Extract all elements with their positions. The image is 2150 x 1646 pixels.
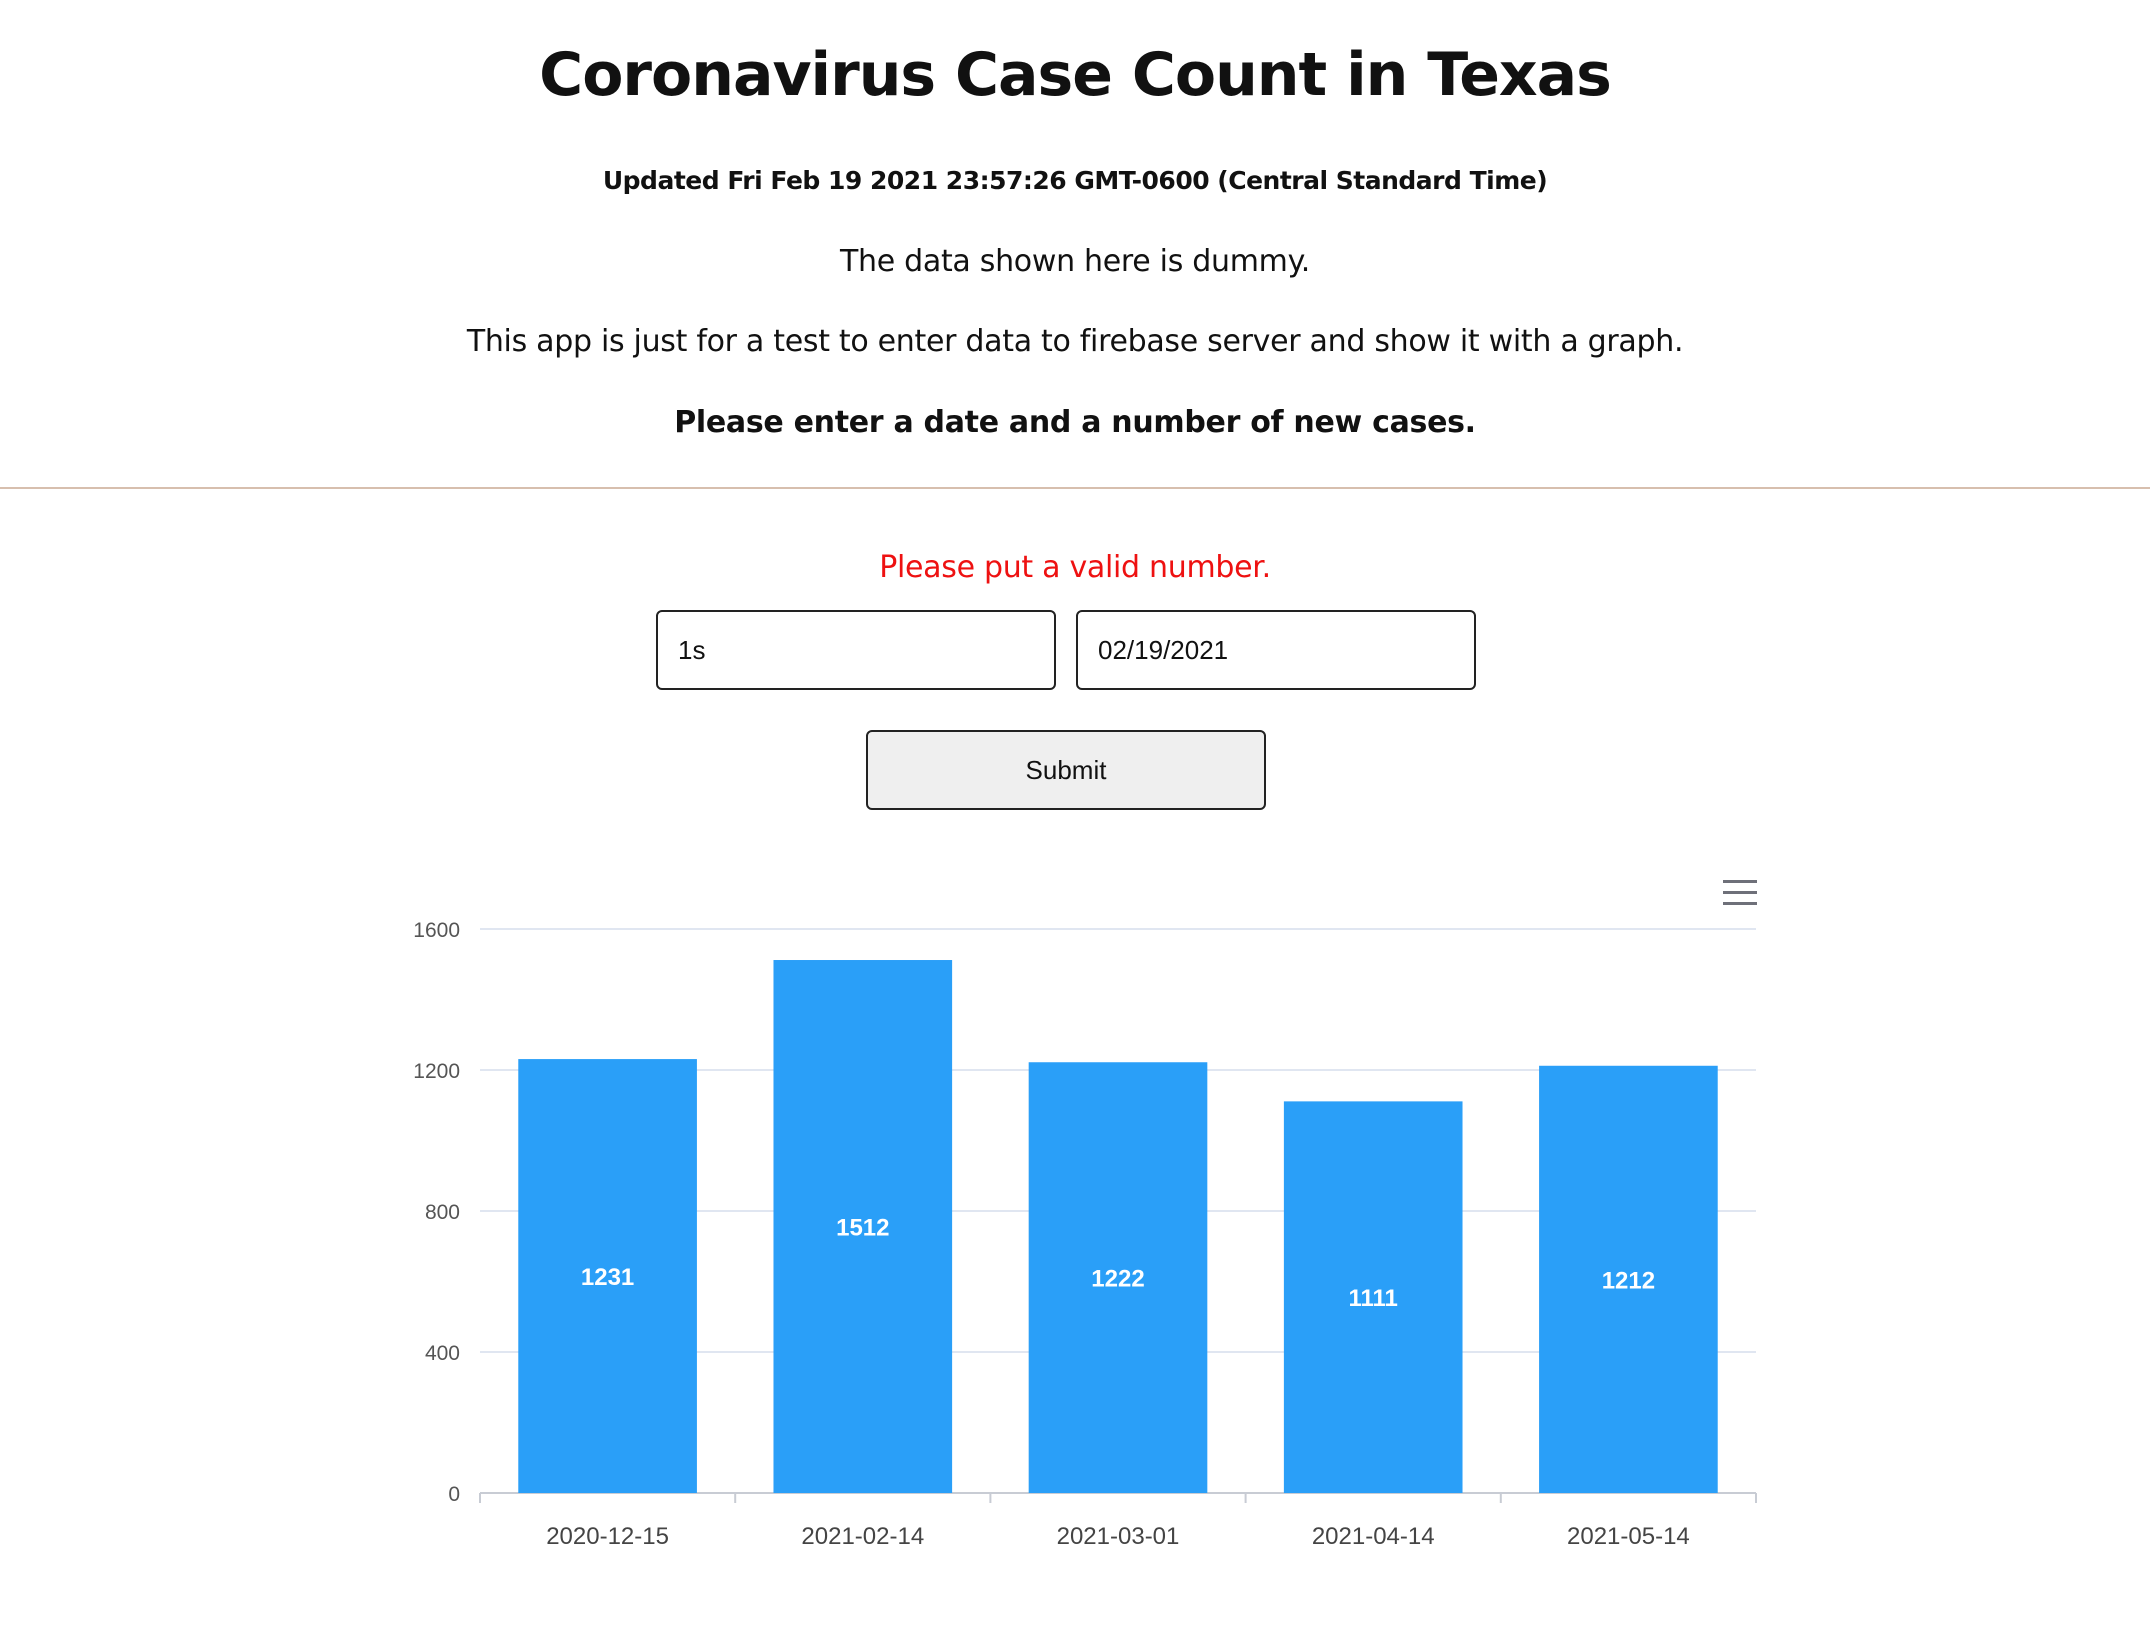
- data-label: 1111: [1348, 1285, 1397, 1312]
- data-label: 1222: [1091, 1266, 1144, 1293]
- data-label: 1212: [1602, 1267, 1655, 1294]
- y-tick-label: 800: [425, 1201, 460, 1224]
- x-tick-label: 2021-05-14: [1567, 1523, 1690, 1550]
- y-tick-label: 1600: [413, 919, 460, 942]
- data-label: 1512: [836, 1215, 889, 1242]
- x-tick-label: 2021-02-14: [801, 1523, 924, 1550]
- y-tick-label: 1200: [413, 1060, 460, 1083]
- x-tick-label: 2021-04-14: [1312, 1523, 1435, 1550]
- y-tick-label: 400: [425, 1342, 460, 1365]
- bar-chart: 0 400 800 1200 1600 1231 2020-12-15 1512 2021-02…: [413, 919, 1757, 1550]
- x-tick-label: 2020-12-15: [546, 1523, 669, 1550]
- x-tick-label: 2021-03-01: [1057, 1523, 1180, 1550]
- y-tick-label: 0: [448, 1483, 460, 1506]
- data-label: 1231: [581, 1264, 634, 1291]
